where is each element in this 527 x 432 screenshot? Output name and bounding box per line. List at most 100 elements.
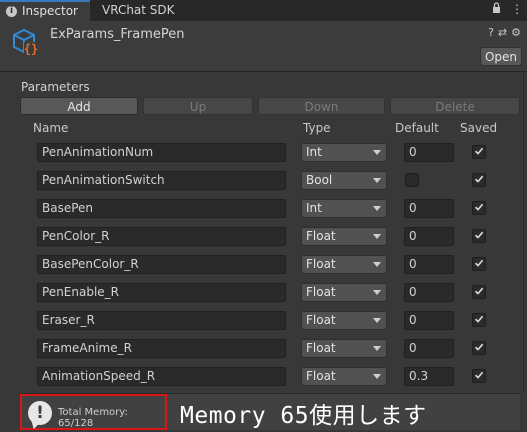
dropdown-arrow-icon bbox=[373, 346, 381, 351]
parameter-type-dropdown[interactable]: Float bbox=[301, 339, 387, 358]
tab-bar: i Inspector VRChat SDK ⋮ bbox=[0, 0, 527, 21]
parameter-row: PenColor_R Float 0 bbox=[0, 223, 527, 251]
dropdown-arrow-icon bbox=[373, 262, 381, 267]
parameter-saved-checkbox[interactable] bbox=[472, 173, 486, 187]
parameter-name-field[interactable]: BasePen bbox=[37, 199, 286, 218]
parameter-default-field[interactable]: 0 bbox=[404, 311, 454, 330]
parameter-type-dropdown[interactable]: Int bbox=[301, 199, 387, 218]
checkmark-icon bbox=[474, 231, 484, 239]
dropdown-arrow-icon bbox=[373, 318, 381, 323]
expression-parameters-icon: {} bbox=[13, 28, 38, 56]
column-header-type: Type bbox=[303, 121, 331, 135]
dropdown-arrow-icon bbox=[373, 206, 381, 211]
svg-text:{}: {} bbox=[24, 42, 38, 56]
parameter-type-label: Float bbox=[306, 313, 336, 327]
parameter-default-field[interactable]: 0 bbox=[404, 199, 454, 218]
checkmark-icon bbox=[474, 343, 484, 351]
parameter-name-field[interactable]: PenAnimationNum bbox=[37, 143, 286, 162]
parameter-saved-checkbox[interactable] bbox=[472, 229, 486, 243]
parameter-default-field[interactable]: 0 bbox=[404, 339, 454, 358]
up-button[interactable]: Up bbox=[143, 97, 253, 115]
parameter-type-dropdown[interactable]: Float bbox=[301, 367, 387, 386]
parameter-type-dropdown[interactable]: Int bbox=[301, 143, 387, 162]
tab-inspector-label: Inspector bbox=[22, 4, 78, 18]
header-icons: ? ⇄ ⚙ bbox=[484, 26, 521, 39]
checkmark-icon bbox=[474, 203, 484, 211]
open-button[interactable]: Open bbox=[480, 47, 522, 66]
tab-bar-icons: ⋮ bbox=[486, 2, 523, 19]
parameter-name-field[interactable]: PenColor_R bbox=[37, 227, 286, 246]
parameter-type-dropdown[interactable]: Bool bbox=[301, 171, 387, 190]
parameter-name-field[interactable]: Eraser_R bbox=[37, 311, 286, 330]
delete-button[interactable]: Delete bbox=[390, 97, 520, 115]
parameter-saved-checkbox[interactable] bbox=[472, 285, 486, 299]
parameter-saved-checkbox[interactable] bbox=[472, 257, 486, 271]
memory-annotation: Memory 65使用します bbox=[180, 403, 427, 429]
parameters-label: Parameters bbox=[21, 80, 90, 94]
menu-icon[interactable]: ⋮ bbox=[511, 2, 523, 16]
parameter-row: PenAnimationNum Int 0 bbox=[0, 139, 527, 167]
parameter-default-field[interactable]: 0 bbox=[404, 255, 454, 274]
checkmark-icon bbox=[474, 315, 484, 323]
parameter-type-label: Bool bbox=[306, 173, 333, 187]
parameter-default-field[interactable]: 0 bbox=[404, 143, 454, 162]
down-button[interactable]: Down bbox=[258, 97, 385, 115]
component-header: {} ExParams_FramePen ? ⇄ ⚙ Open bbox=[0, 21, 527, 72]
sliders-icon[interactable]: ⇄ bbox=[498, 26, 507, 39]
parameter-name-field[interactable]: AnimationSpeed_R bbox=[37, 367, 286, 386]
parameter-type-label: Int bbox=[306, 201, 322, 215]
lock-icon[interactable] bbox=[492, 2, 501, 16]
parameter-type-dropdown[interactable]: Float bbox=[301, 283, 387, 302]
parameter-type-label: Float bbox=[306, 229, 336, 243]
parameter-name-field[interactable]: FrameAnime_R bbox=[37, 339, 286, 358]
parameter-type-dropdown[interactable]: Float bbox=[301, 255, 387, 274]
parameter-type-dropdown[interactable]: Float bbox=[301, 311, 387, 330]
add-button[interactable]: Add bbox=[20, 97, 138, 115]
dropdown-arrow-icon bbox=[373, 374, 381, 379]
parameter-type-label: Float bbox=[306, 369, 336, 383]
parameter-default-checkbox[interactable] bbox=[405, 173, 419, 187]
checkmark-icon bbox=[474, 175, 484, 183]
checkmark-icon bbox=[474, 259, 484, 267]
parameter-row: BasePen Int 0 bbox=[0, 195, 527, 223]
parameter-row: FrameAnime_R Float 0 bbox=[0, 335, 527, 363]
parameter-row: PenAnimationSwitch Bool bbox=[0, 167, 527, 195]
parameter-row: Eraser_R Float 0 bbox=[0, 307, 527, 335]
total-memory-text: Total Memory: 65/128 bbox=[58, 407, 128, 429]
dropdown-arrow-icon bbox=[373, 150, 381, 155]
tab-vrchat-sdk-label: VRChat SDK bbox=[102, 3, 175, 17]
memory-highlight-box: ! Total Memory: 65/128 bbox=[20, 394, 167, 430]
parameter-saved-checkbox[interactable] bbox=[472, 369, 486, 383]
parameter-default-field[interactable]: 0 bbox=[404, 227, 454, 246]
parameter-row: BasePenColor_R Float 0 bbox=[0, 251, 527, 279]
checkmark-icon bbox=[474, 371, 484, 379]
dropdown-arrow-icon bbox=[373, 234, 381, 239]
parameter-saved-checkbox[interactable] bbox=[472, 145, 486, 159]
parameter-type-label: Float bbox=[306, 285, 336, 299]
warning-icon: ! bbox=[28, 401, 52, 425]
parameter-default-field[interactable]: 0 bbox=[404, 283, 454, 302]
help-icon[interactable]: ? bbox=[488, 26, 494, 39]
parameter-row: PenEnable_R Float 0 bbox=[0, 279, 527, 307]
tab-inspector[interactable]: i Inspector bbox=[0, 0, 90, 21]
info-icon: i bbox=[6, 6, 17, 17]
checkmark-icon bbox=[474, 147, 484, 155]
parameter-saved-checkbox[interactable] bbox=[472, 313, 486, 327]
parameter-saved-checkbox[interactable] bbox=[472, 201, 486, 215]
parameter-type-label: Int bbox=[306, 145, 322, 159]
parameter-saved-checkbox[interactable] bbox=[472, 341, 486, 355]
tab-vrchat-sdk[interactable]: VRChat SDK bbox=[92, 0, 192, 21]
column-header-saved: Saved bbox=[460, 121, 498, 135]
parameter-default-field[interactable]: 0.3 bbox=[404, 367, 454, 386]
parameter-name-field[interactable]: PenEnable_R bbox=[37, 283, 286, 302]
parameter-name-field[interactable]: BasePenColor_R bbox=[37, 255, 286, 274]
dropdown-arrow-icon bbox=[373, 178, 381, 183]
column-header-default: Default bbox=[395, 121, 439, 135]
parameter-type-dropdown[interactable]: Float bbox=[301, 227, 387, 246]
parameter-type-label: Float bbox=[306, 341, 336, 355]
gear-icon[interactable]: ⚙ bbox=[511, 26, 521, 39]
parameter-row: AnimationSpeed_R Float 0.3 bbox=[0, 363, 527, 391]
parameter-name-field[interactable]: PenAnimationSwitch bbox=[37, 171, 286, 190]
checkmark-icon bbox=[474, 287, 484, 295]
column-header-name: Name bbox=[33, 121, 69, 135]
